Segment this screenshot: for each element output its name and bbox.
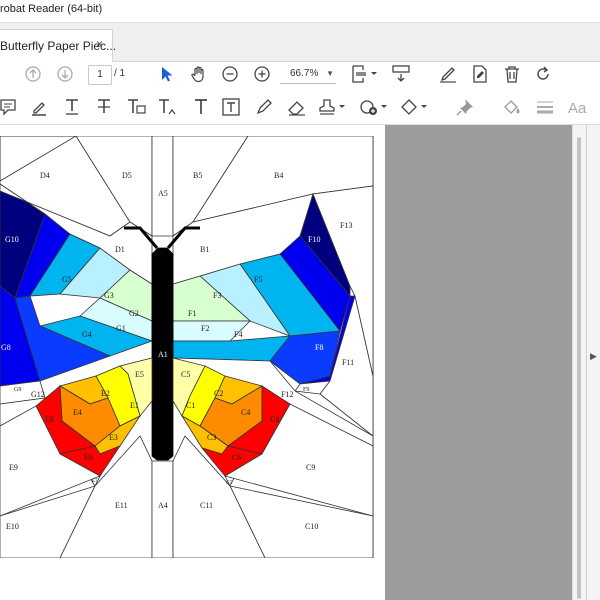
- label-E10: E10: [6, 522, 19, 531]
- label-F1: F1: [188, 309, 196, 318]
- label-C9: C9: [306, 463, 315, 472]
- svg-text:Aa: Aa: [568, 100, 587, 116]
- scroll-thumb[interactable]: [577, 137, 581, 599]
- label-E9: E9: [9, 463, 18, 472]
- label-F12: F12: [281, 390, 293, 399]
- page-number-input[interactable]: 1: [88, 65, 112, 85]
- label-G5: G5: [62, 275, 72, 284]
- label-G10: G10: [5, 235, 19, 244]
- label-C5: C5: [181, 370, 190, 379]
- sign-pen-icon[interactable]: [438, 64, 458, 84]
- eraser-icon[interactable]: [287, 98, 307, 116]
- document-tab[interactable]: Butterfly Paper Piec... ×: [0, 29, 116, 62]
- window-title: robat Reader (64-bit): [0, 3, 103, 15]
- pin-icon[interactable]: [456, 98, 474, 116]
- label-B4: B4: [274, 171, 283, 180]
- crop-fit-icon[interactable]: [350, 64, 378, 84]
- zoom-out-icon[interactable]: [222, 66, 238, 82]
- label-G4: G4: [82, 330, 92, 339]
- underline-text-icon[interactable]: [63, 98, 81, 116]
- zoom-level-dropdown[interactable]: 66.7% ▼: [280, 65, 336, 84]
- tab-bar: Butterfly Paper Piec... ×: [0, 23, 600, 62]
- stamp-icon[interactable]: [318, 98, 346, 116]
- attach-icon[interactable]: [360, 98, 388, 116]
- zoom-in-icon[interactable]: [254, 66, 270, 82]
- add-text-icon[interactable]: [192, 98, 210, 116]
- label-E4: E4: [73, 408, 82, 417]
- shapes-icon[interactable]: [400, 98, 428, 116]
- document-background: [385, 125, 572, 600]
- chevron-right-icon[interactable]: ▶: [590, 351, 597, 362]
- delete-icon[interactable]: [503, 64, 521, 84]
- label-G9: G9: [14, 387, 21, 393]
- hand-icon[interactable]: [190, 65, 208, 83]
- select-arrow-icon[interactable]: [158, 65, 174, 83]
- tab-close-button[interactable]: ×: [96, 37, 103, 51]
- label-F10: F10: [308, 235, 320, 244]
- section-A5: [151, 136, 174, 237]
- label-F2: F2: [201, 324, 209, 333]
- fill-icon[interactable]: [502, 98, 522, 116]
- title-bar: robat Reader (64-bit): [0, 0, 600, 23]
- vertical-scrollbar[interactable]: [572, 125, 587, 600]
- label-G1: G1: [116, 324, 126, 333]
- label-C10: C10: [305, 522, 318, 531]
- label-E6: E6: [84, 453, 93, 462]
- label-D4: D4: [40, 171, 50, 180]
- strikethrough-text-icon[interactable]: [95, 98, 113, 116]
- label-C11: C11: [200, 501, 213, 510]
- label-C3: C3: [207, 433, 216, 442]
- label-E3: E3: [109, 433, 118, 442]
- label-F13: F13: [340, 221, 352, 230]
- label-E5: E5: [135, 370, 144, 379]
- label-C4: C4: [241, 408, 250, 417]
- label-C8: C8: [270, 415, 279, 424]
- label-F4: F4: [234, 330, 242, 339]
- label-E2: E2: [101, 389, 110, 398]
- label-E11: E11: [115, 501, 128, 510]
- butterfly-pattern: D4 D5 A5 B5 B4 F13 G10 F10 D1 B1 G5 F5 G…: [0, 136, 374, 558]
- text-box-icon[interactable]: [222, 98, 240, 116]
- label-C2: C2: [214, 389, 223, 398]
- label-E7: E7: [92, 479, 98, 484]
- font-size-icon[interactable]: Aa: [568, 98, 590, 116]
- label-F11: F11: [342, 358, 354, 367]
- label-E1: E1: [130, 401, 139, 410]
- label-A4: A4: [158, 501, 168, 510]
- scroll-mode-icon[interactable]: [391, 64, 411, 84]
- label-E8: E8: [45, 415, 54, 424]
- label-C1: C1: [186, 401, 195, 410]
- label-A5: A5: [158, 189, 168, 198]
- label-C7: C7: [226, 481, 232, 486]
- zoom-value: 66.7%: [290, 68, 319, 79]
- label-F8: F8: [315, 343, 323, 352]
- insert-text-icon[interactable]: [157, 98, 179, 116]
- label-F3: F3: [213, 291, 221, 300]
- right-pane-collapse[interactable]: ▶: [586, 125, 600, 600]
- label-B5: B5: [193, 171, 202, 180]
- line-weight-icon[interactable]: [535, 98, 555, 116]
- label-G8: G8: [1, 343, 11, 352]
- comment-icon[interactable]: [0, 98, 16, 116]
- label-F5: F5: [254, 275, 262, 284]
- arrow-down-circle-icon[interactable]: [57, 66, 73, 82]
- label-C6: C6: [232, 453, 241, 462]
- label-G12: G12: [31, 390, 45, 399]
- label-B1: B1: [200, 245, 209, 254]
- chevron-down-icon: ▼: [326, 69, 334, 78]
- arrow-up-circle-icon[interactable]: [25, 66, 41, 82]
- pencil-icon[interactable]: [255, 98, 273, 116]
- label-D5: D5: [122, 171, 132, 180]
- page-total: / 1: [114, 68, 126, 79]
- label-D1: D1: [115, 245, 125, 254]
- label-G3: G3: [104, 291, 114, 300]
- label-G2: G2: [129, 309, 139, 318]
- form-fill-icon[interactable]: [470, 64, 490, 84]
- replace-text-icon[interactable]: [126, 98, 146, 116]
- highlight-icon[interactable]: [30, 98, 48, 116]
- rotate-icon[interactable]: [534, 65, 552, 83]
- label-A1: A1: [158, 350, 168, 359]
- label-F9: F9: [303, 387, 309, 393]
